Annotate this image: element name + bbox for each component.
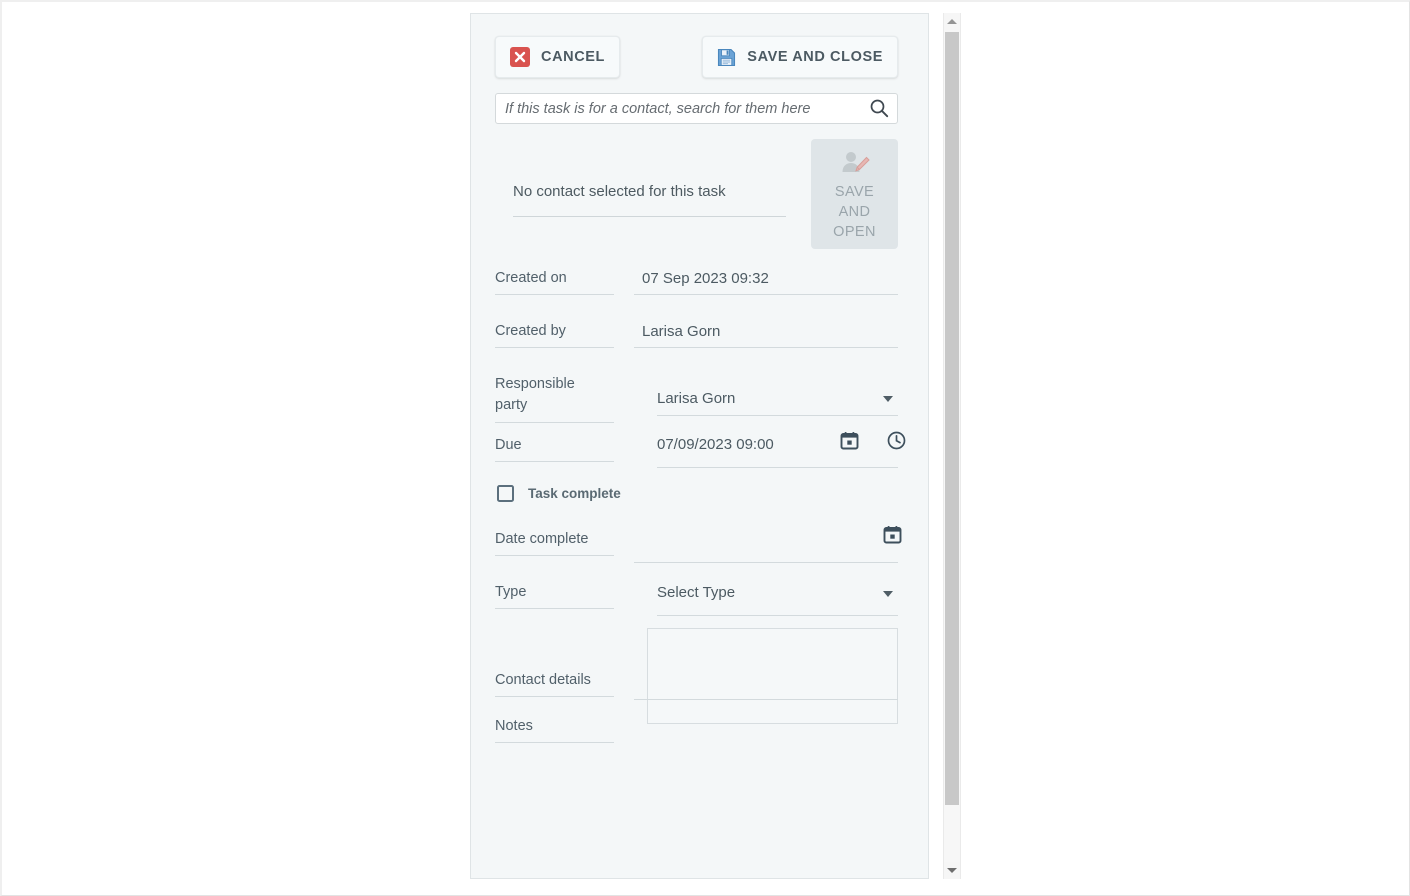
created-by-label-underline: [495, 347, 614, 348]
field-type: Type Select Type: [495, 570, 898, 623]
chevron-down-icon[interactable]: [883, 396, 893, 402]
field-responsible-party: Responsible party Larisa Gorn: [495, 360, 898, 423]
save-and-open-label-line3: OPEN: [833, 224, 876, 240]
contact-edit-icon: [840, 150, 870, 176]
save-and-open-button[interactable]: SAVE AND OPEN: [811, 139, 898, 249]
save-and-open-label-line2: AND: [838, 204, 871, 220]
contact-search-input[interactable]: [495, 93, 898, 124]
close-x-icon: [510, 47, 530, 67]
calendar-icon[interactable]: [883, 525, 902, 544]
scrollbar-thumb[interactable]: [945, 32, 959, 805]
due-label: Due: [495, 437, 522, 453]
cancel-button[interactable]: CANCEL: [495, 36, 621, 78]
no-contact-underline: [513, 216, 786, 217]
date-complete-value-underline[interactable]: [634, 562, 898, 563]
contact-selection-row: No contact selected for this task SAVE A…: [495, 139, 898, 249]
field-due: Due 07/09/2023 09:00: [495, 423, 906, 475]
notes-label-underline: [495, 742, 614, 743]
notes-label: Notes: [495, 718, 533, 734]
triangle-up-icon: [947, 19, 957, 24]
responsible-party-value-underline: [657, 415, 898, 416]
contact-details-label: Contact details: [495, 672, 591, 688]
type-label-underline: [495, 608, 614, 609]
created-by-value-underline: [634, 347, 898, 348]
field-date-complete: Date complete: [495, 517, 902, 570]
contact-search-row: [495, 93, 898, 124]
contact-details-label-underline: [495, 696, 614, 697]
save-and-open-label-line1: SAVE: [834, 184, 875, 200]
due-value[interactable]: 07/09/2023 09:00: [657, 435, 774, 454]
created-on-label: Created on: [495, 270, 567, 286]
field-task-complete: Task complete: [495, 475, 898, 517]
task-toolbar: CANCEL SAVE AND CLOSE: [495, 36, 898, 80]
calendar-icon[interactable]: [840, 431, 859, 450]
created-on-value-underline: [634, 294, 898, 295]
panel-scrollbar[interactable]: [943, 13, 961, 879]
triangle-down-icon: [947, 868, 957, 873]
type-label: Type: [495, 584, 527, 600]
task-complete-label[interactable]: Task complete: [528, 486, 621, 501]
save-and-close-button-label: SAVE AND CLOSE: [747, 49, 883, 65]
scrollbar-up-arrow[interactable]: [944, 13, 960, 30]
due-label-underline: [495, 461, 614, 462]
due-value-underline: [657, 467, 898, 468]
field-notes: Notes: [495, 699, 898, 754]
created-by-value: Larisa Gorn: [642, 323, 721, 340]
created-on-label-underline: [495, 294, 614, 295]
field-contact-details: Contact details: [495, 623, 898, 724]
clock-icon[interactable]: [887, 431, 906, 450]
date-complete-label-underline: [495, 555, 614, 556]
scrollbar-down-arrow[interactable]: [944, 862, 960, 879]
browser-page-frame: CANCEL SAVE AND CLOSE If this task is fo…: [0, 0, 1410, 896]
task-editor-panel: CANCEL SAVE AND CLOSE If this task is fo…: [470, 13, 929, 879]
floppy-disk-save-icon: [717, 48, 736, 67]
field-created-by: Created by Larisa Gorn: [495, 307, 898, 360]
task-complete-checkbox[interactable]: [497, 485, 514, 502]
search-icon[interactable]: [869, 98, 889, 118]
responsible-party-label: Responsible party: [495, 376, 575, 413]
notes-value-underline[interactable]: [634, 699, 898, 700]
created-on-value: 07 Sep 2023 09:32: [642, 270, 769, 287]
chevron-down-icon[interactable]: [883, 591, 893, 597]
no-contact-selected-text: No contact selected for this task: [513, 183, 726, 200]
created-by-label: Created by: [495, 323, 566, 339]
date-complete-label: Date complete: [495, 531, 589, 547]
type-value-underline: [657, 615, 898, 616]
cancel-button-label: CANCEL: [541, 49, 606, 65]
type-value[interactable]: Select Type: [657, 583, 735, 602]
save-and-close-button[interactable]: SAVE AND CLOSE: [702, 36, 898, 78]
field-created-on: Created on 07 Sep 2023 09:32: [495, 254, 898, 307]
responsible-party-value[interactable]: Larisa Gorn: [657, 389, 735, 408]
task-form: Created on 07 Sep 2023 09:32 Created by …: [495, 254, 906, 754]
